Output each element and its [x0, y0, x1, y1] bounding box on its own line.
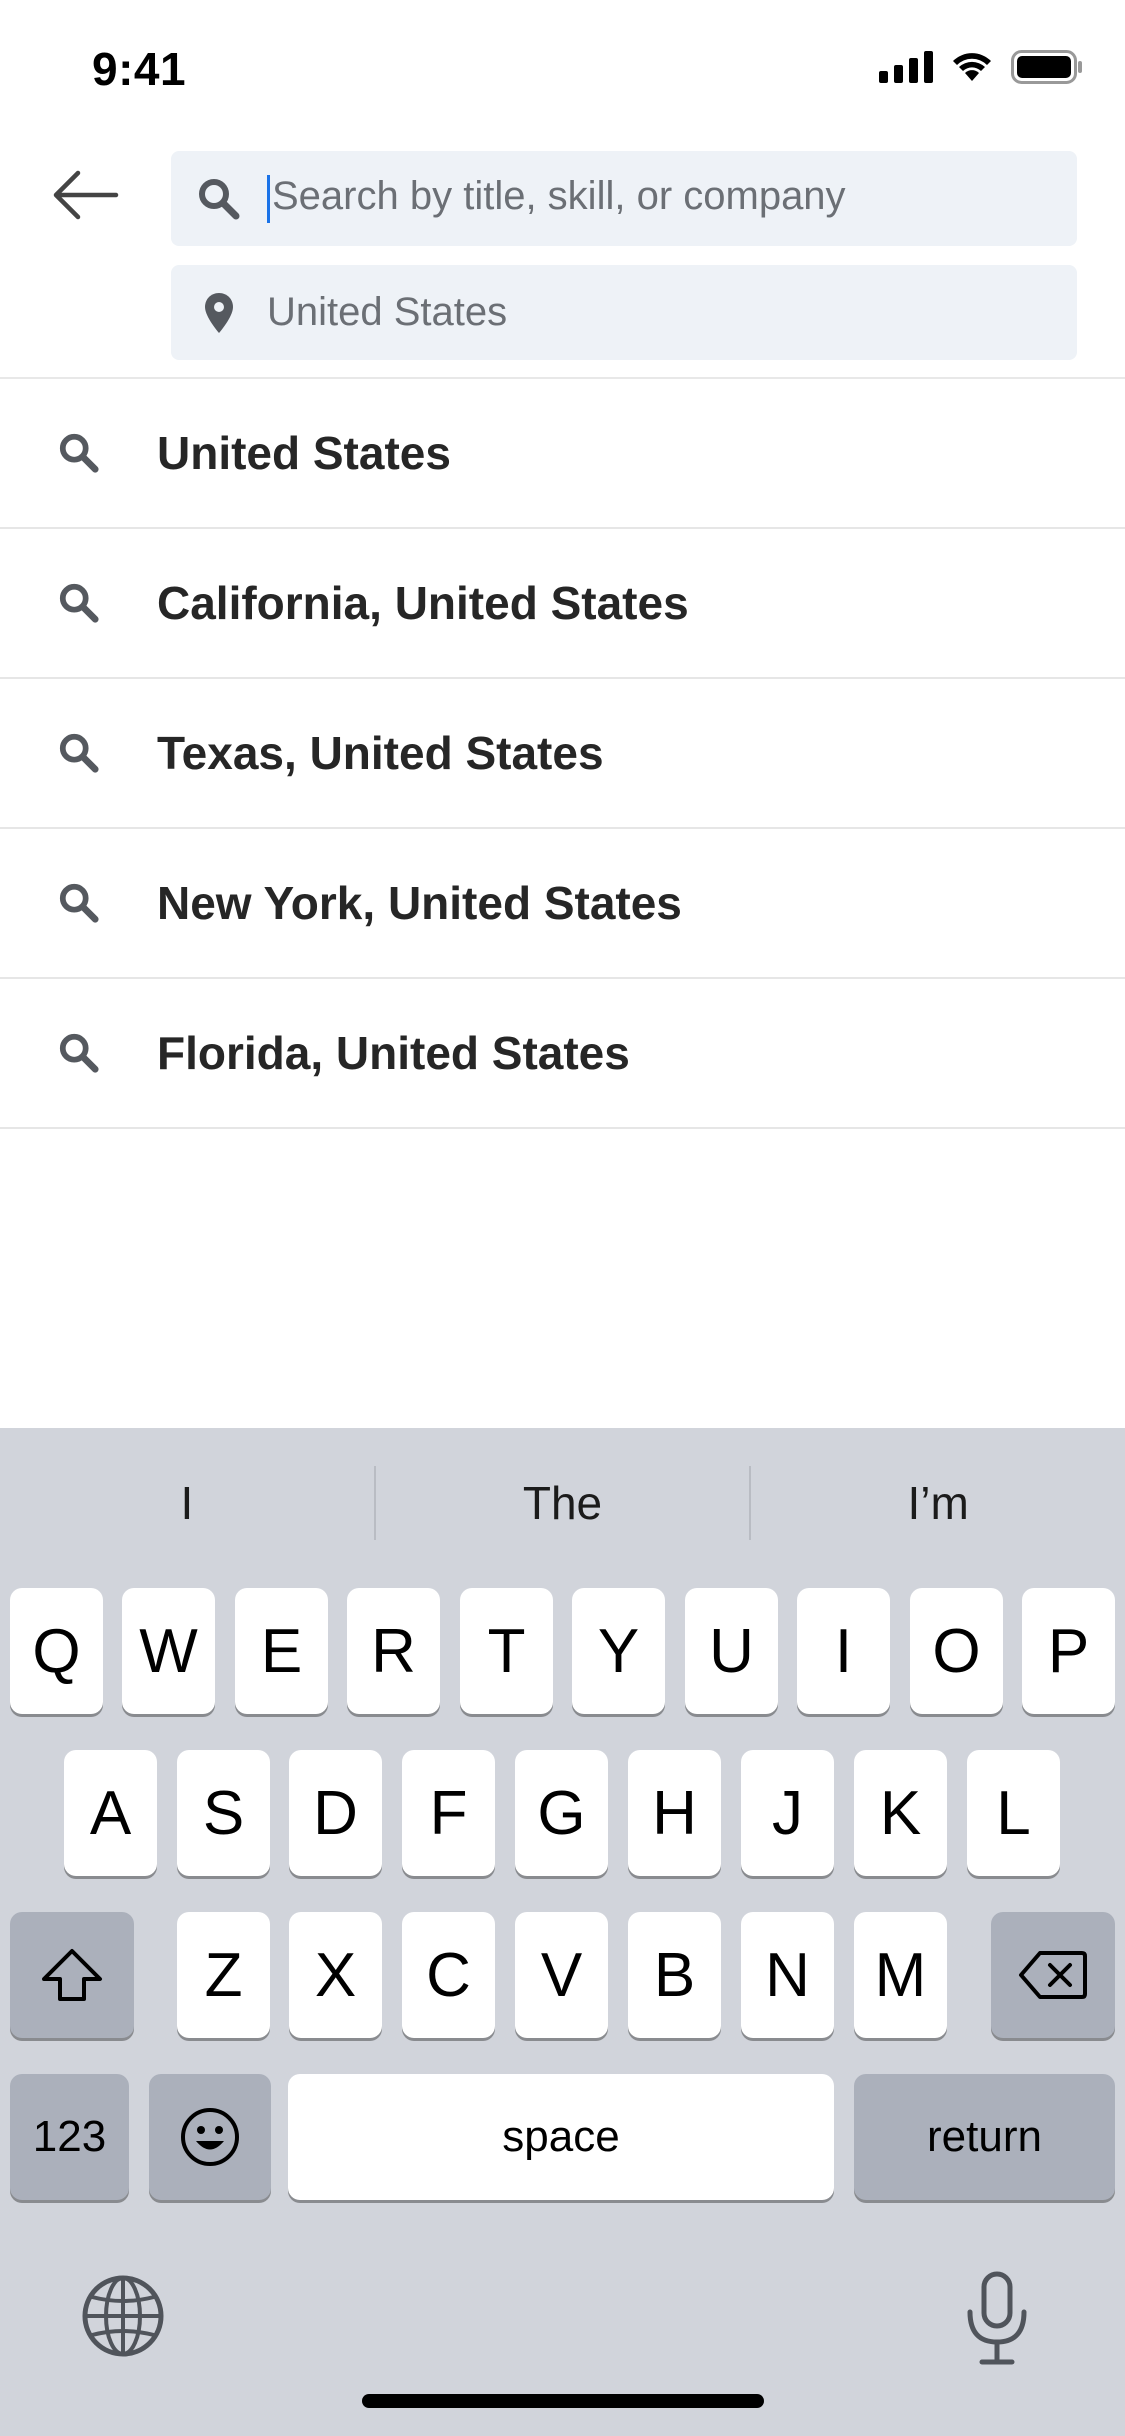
key-m[interactable]: M	[854, 1912, 947, 2038]
key-s[interactable]: S	[177, 1750, 270, 1876]
numbers-key[interactable]: 123	[10, 2074, 129, 2200]
key-f[interactable]: F	[402, 1750, 495, 1876]
location-search-value: United States	[267, 290, 508, 334]
suggestion-item[interactable]: Texas, United States	[0, 679, 1125, 829]
key-o[interactable]: O	[910, 1588, 1003, 1714]
globe-key[interactable]	[80, 2273, 166, 2364]
location-pin-icon	[171, 292, 267, 334]
key-a[interactable]: A	[64, 1750, 157, 1876]
key-q[interactable]: Q	[10, 1588, 103, 1714]
search-icon	[0, 1032, 157, 1074]
key-h[interactable]: H	[628, 1750, 721, 1876]
key-k[interactable]: K	[854, 1750, 947, 1876]
status-icons	[879, 50, 1083, 84]
status-bar: 9:41	[0, 0, 1125, 135]
battery-icon	[1011, 50, 1082, 84]
title-search-field[interactable]: Search by title, skill, or company	[171, 151, 1077, 246]
key-u[interactable]: U	[685, 1588, 778, 1714]
wifi-icon	[953, 53, 991, 81]
key-p[interactable]: P	[1022, 1588, 1115, 1714]
key-x[interactable]: X	[289, 1912, 382, 2038]
suggestion-label: United States	[157, 427, 451, 479]
emoji-key[interactable]	[149, 2074, 271, 2200]
search-icon	[0, 882, 157, 924]
cellular-signal-icon	[879, 51, 933, 83]
suggestion-label: New York, United States	[157, 877, 682, 929]
key-y[interactable]: Y	[572, 1588, 665, 1714]
search-icon	[0, 732, 157, 774]
key-n[interactable]: N	[741, 1912, 834, 2038]
delete-key[interactable]	[991, 1912, 1115, 2038]
prediction-suggestion[interactable]: I’m	[751, 1476, 1125, 1530]
home-indicator[interactable]	[362, 2394, 764, 2408]
key-d[interactable]: D	[289, 1750, 382, 1876]
suggestion-label: Florida, United States	[157, 1027, 630, 1079]
suggestion-item[interactable]: New York, United States	[0, 829, 1125, 979]
key-e[interactable]: E	[235, 1588, 328, 1714]
key-b[interactable]: B	[628, 1912, 721, 2038]
backspace-icon	[1019, 1951, 1087, 1999]
key-c[interactable]: C	[402, 1912, 495, 2038]
predictive-text-bar: I The I’m	[0, 1428, 1125, 1578]
key-g[interactable]: G	[515, 1750, 608, 1876]
suggestion-label: California, United States	[157, 577, 689, 629]
back-button[interactable]	[40, 160, 130, 230]
arrow-left-icon	[53, 170, 119, 220]
key-t[interactable]: T	[460, 1588, 553, 1714]
microphone-icon	[967, 2271, 1027, 2365]
key-l[interactable]: L	[967, 1750, 1060, 1876]
key-j[interactable]: J	[741, 1750, 834, 1876]
text-caret	[267, 174, 270, 223]
key-w[interactable]: W	[122, 1588, 215, 1714]
status-time: 9:41	[92, 43, 187, 95]
key-z[interactable]: Z	[177, 1912, 270, 2038]
key-i[interactable]: I	[797, 1588, 890, 1714]
globe-icon	[82, 2275, 164, 2357]
keyboard: I The I’m Q W E R T Y U I O P A S D F G …	[0, 1428, 1125, 2436]
suggestion-item[interactable]: United States	[0, 379, 1125, 529]
suggestion-item[interactable]: California, United States	[0, 529, 1125, 679]
title-search-placeholder: Search by title, skill, or company	[272, 174, 846, 219]
shift-arrow-icon	[42, 1949, 102, 2001]
search-icon	[0, 432, 157, 474]
shift-key[interactable]	[10, 1912, 134, 2038]
emoji-icon	[181, 2108, 239, 2166]
search-icon	[171, 177, 267, 221]
prediction-suggestion[interactable]: The	[376, 1476, 750, 1530]
space-key[interactable]: space	[288, 2074, 834, 2200]
suggestion-item[interactable]: Florida, United States	[0, 979, 1125, 1129]
key-r[interactable]: R	[347, 1588, 440, 1714]
prediction-suggestion[interactable]: I	[0, 1476, 374, 1530]
return-key[interactable]: return	[854, 2074, 1115, 2200]
location-search-field[interactable]: United States	[171, 265, 1077, 360]
location-suggestions-list: United States California, United States …	[0, 379, 1125, 1129]
dictation-key[interactable]	[962, 2268, 1032, 2373]
suggestion-label: Texas, United States	[157, 727, 604, 779]
key-v[interactable]: V	[515, 1912, 608, 2038]
search-icon	[0, 582, 157, 624]
